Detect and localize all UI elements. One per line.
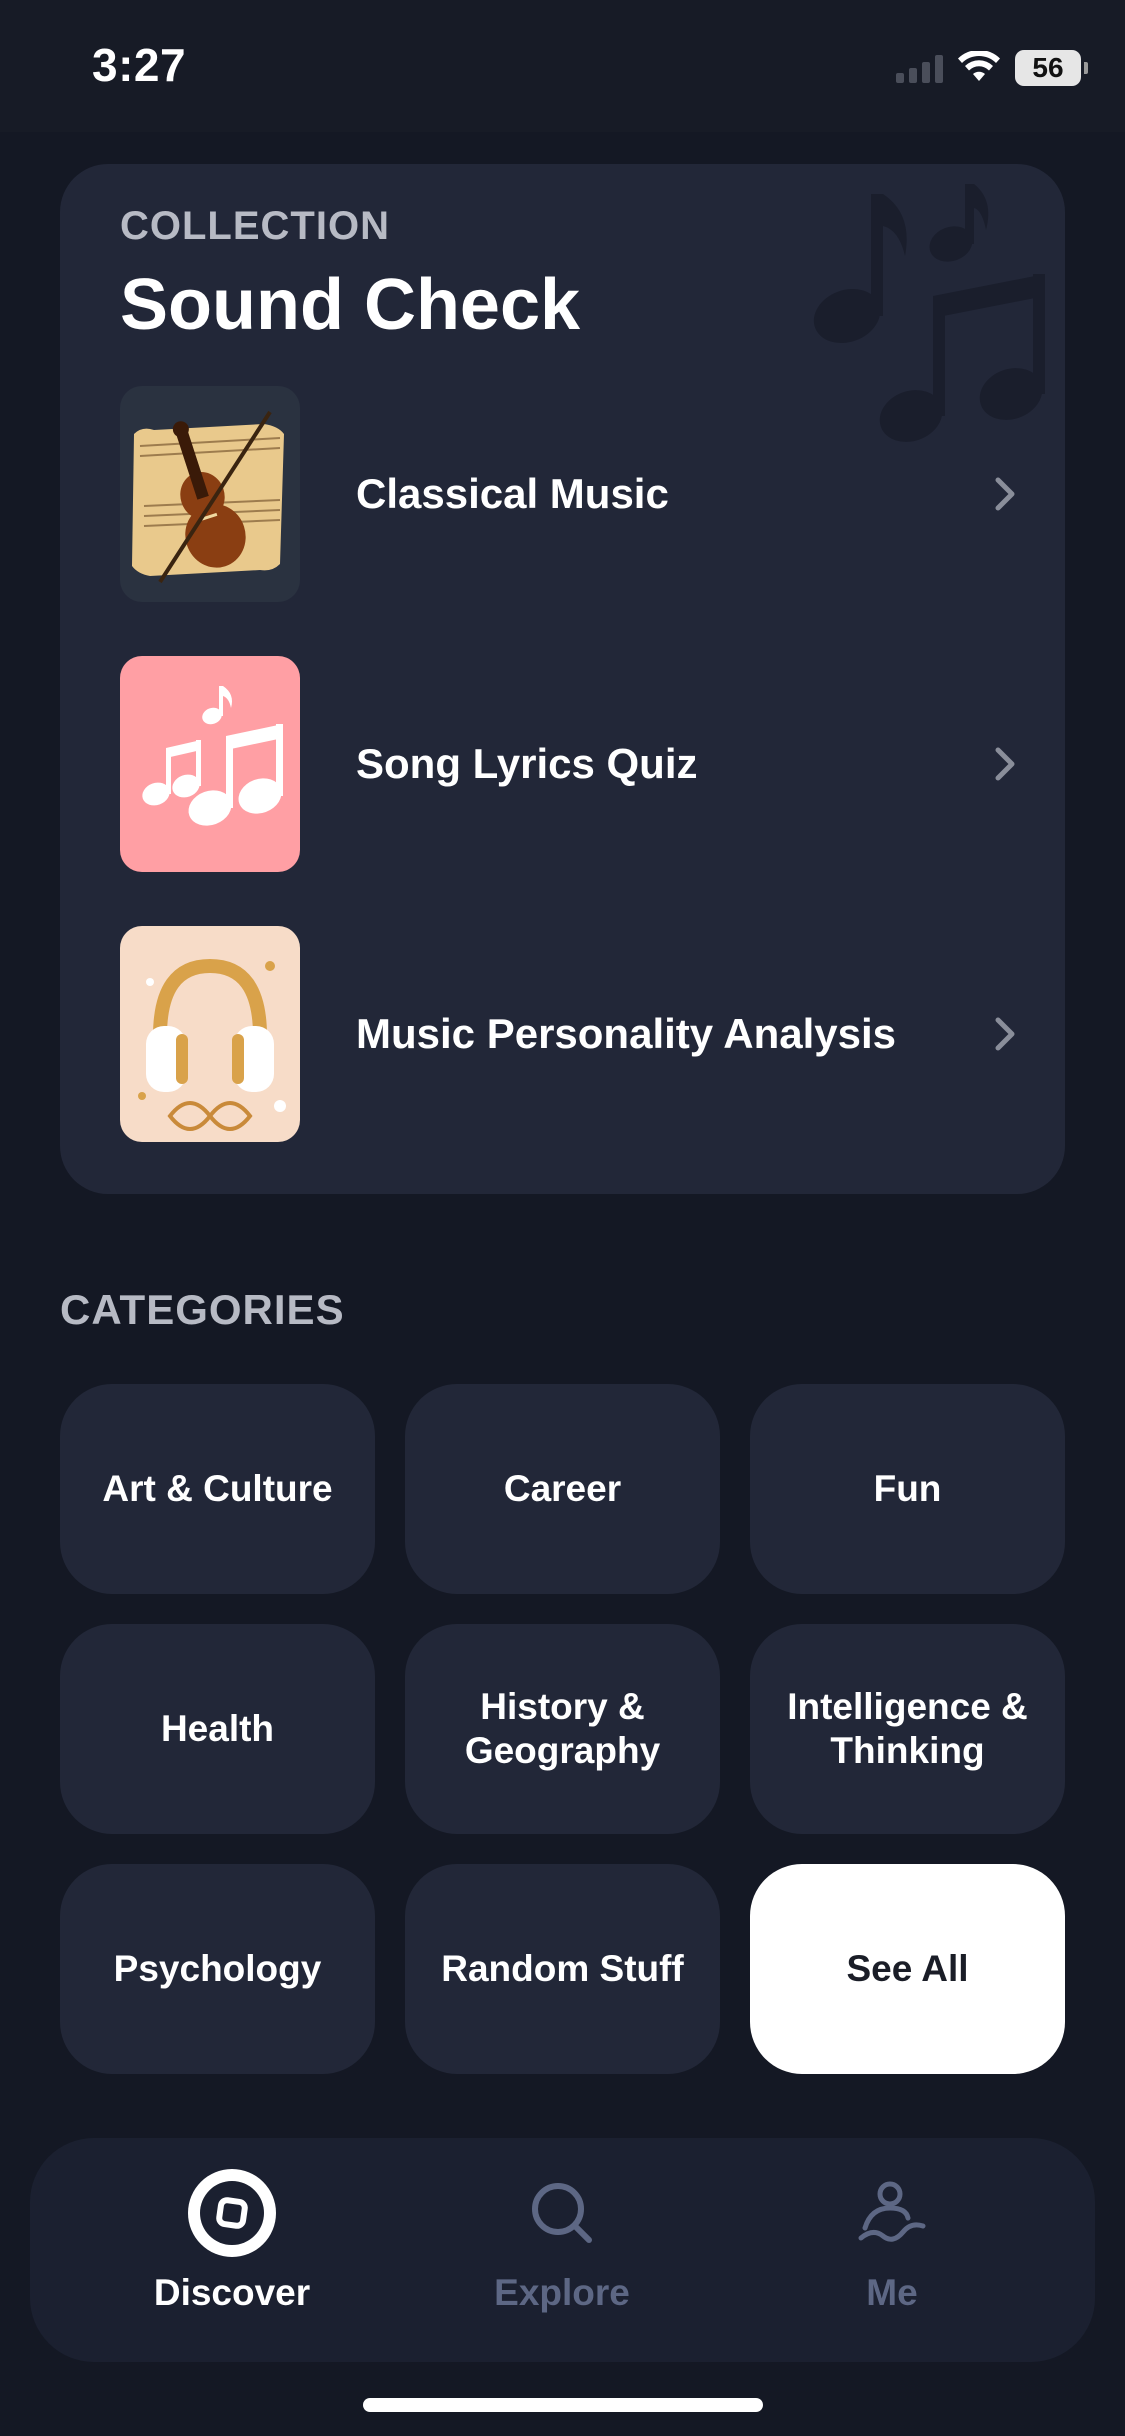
- collection-eyebrow: COLLECTION: [120, 204, 390, 248]
- category-random-stuff[interactable]: Random Stuff: [405, 1864, 720, 2074]
- collection-item-song-lyrics-quiz[interactable]: Song Lyrics Quiz: [120, 656, 1020, 872]
- tab-label: Me: [866, 2272, 918, 2313]
- see-all-button[interactable]: See All: [750, 1864, 1065, 2074]
- category-art-culture[interactable]: Art & Culture: [60, 1384, 375, 1594]
- category-intelligence-thinking[interactable]: Intelligence & Thinking: [750, 1624, 1065, 1834]
- headphones-thumbnail-icon: [120, 926, 300, 1142]
- category-health[interactable]: Health: [60, 1624, 375, 1834]
- status-bar: 3:27 56: [0, 0, 1125, 132]
- wifi-icon: [958, 51, 1000, 81]
- category-psychology[interactable]: Psychology: [60, 1864, 375, 2074]
- tab-bar: Discover Explore Me: [30, 2138, 1095, 2362]
- category-history-geography[interactable]: History & Geography: [405, 1624, 720, 1834]
- collection-item-label: Classical Music: [356, 470, 669, 517]
- profile-icon: [847, 2168, 937, 2258]
- collection-item-label: Song Lyrics Quiz: [356, 740, 698, 787]
- category-fun[interactable]: Fun: [750, 1384, 1065, 1594]
- violin-thumbnail-icon: [120, 386, 300, 602]
- collection-card: COLLECTION Sound Check Classical Music S…: [60, 164, 1065, 1194]
- music-notes-thumbnail-icon: [120, 656, 300, 872]
- collection-title: Sound Check: [120, 265, 581, 345]
- tab-discover[interactable]: Discover: [92, 2168, 372, 2338]
- tab-label: Discover: [153, 2272, 311, 2313]
- tab-label: Explore: [494, 2272, 630, 2313]
- cellular-signal-icon: [896, 53, 943, 83]
- tab-explore[interactable]: Explore: [422, 2168, 702, 2338]
- collection-item-music-personality-analysis[interactable]: Music Personality Analysis: [120, 926, 1020, 1142]
- chevron-right-icon: [995, 1017, 1015, 1051]
- compass-icon: [187, 2168, 277, 2258]
- home-indicator[interactable]: [363, 2398, 763, 2412]
- status-indicators: 56: [896, 48, 1088, 88]
- collection-item-classical-music[interactable]: Classical Music: [120, 386, 1020, 602]
- tab-me[interactable]: Me: [752, 2168, 1032, 2338]
- battery-icon: 56: [1015, 50, 1088, 86]
- chevron-right-icon: [995, 477, 1015, 511]
- collection-item-label: Music Personality Analysis: [356, 1010, 896, 1057]
- status-time: 3:27: [92, 39, 187, 91]
- search-icon: [517, 2168, 607, 2258]
- chevron-right-icon: [995, 747, 1015, 781]
- categories-heading: CATEGORIES: [60, 1286, 345, 1333]
- category-career[interactable]: Career: [405, 1384, 720, 1594]
- app-screen: 3:27 56 COLLECTION Sound Check Classical…: [0, 0, 1125, 2436]
